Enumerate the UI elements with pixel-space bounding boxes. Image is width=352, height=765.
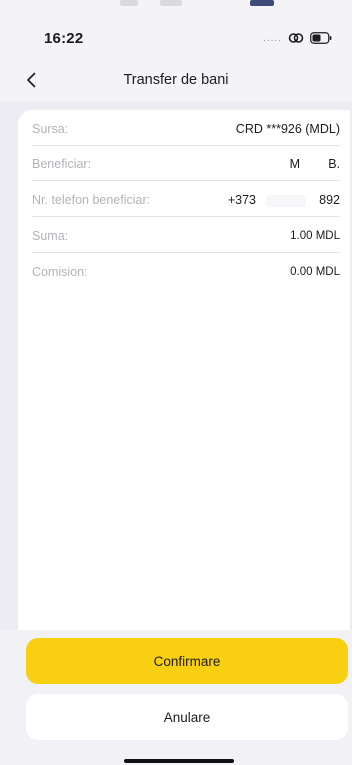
detail-label: Nr. telefon beneficiar: — [32, 193, 151, 207]
status-bar: 16:22 ..... — [0, 8, 352, 58]
detail-label: Sursa: — [32, 122, 69, 136]
phone-suffix: 892 — [319, 193, 340, 207]
navigation-bar: Transfer de bani — [0, 58, 352, 102]
cancel-button[interactable]: Anulare — [26, 694, 348, 740]
status-icons: ..... — [263, 32, 332, 44]
faded-bar — [120, 0, 138, 6]
detail-row-beneficiary: Beneficiar: M B. — [32, 147, 340, 181]
beneficiary-last-name: B. — [328, 157, 340, 171]
detail-row-fee: Comision: 0.00 MDL — [32, 255, 340, 289]
detail-row-phone: Nr. telefon beneficiar: +373 892 — [32, 183, 340, 217]
detail-label: Suma: — [32, 229, 69, 243]
phone-prefix: +373 — [227, 193, 256, 207]
home-indicator — [124, 759, 234, 763]
battery-icon — [310, 32, 332, 44]
faded-bar — [160, 0, 182, 6]
signal-icon: ..... — [263, 32, 282, 44]
confirm-button[interactable]: Confirmare — [26, 638, 348, 684]
detail-value: 0.00 MDL — [290, 266, 340, 278]
detail-row-amount: Suma: 1.00 MDL — [32, 219, 340, 253]
transfer-details-card: Sursa: CRD ***926 (MDL) Beneficiar: M B.… — [18, 110, 350, 630]
faded-bar — [250, 0, 274, 6]
top-strip — [0, 0, 352, 8]
status-time: 16:22 — [44, 30, 84, 47]
redacted-digits — [266, 195, 306, 207]
action-panel: Confirmare Anulare — [0, 630, 352, 765]
detail-value: CRD ***926 (MDL) — [235, 122, 340, 136]
link-icon — [288, 32, 304, 44]
detail-label: Comision: — [32, 265, 88, 279]
detail-label: Beneficiar: — [32, 157, 92, 171]
detail-value: 1.00 MDL — [290, 230, 340, 242]
page-title: Transfer de bani — [123, 72, 229, 88]
detail-row-source: Sursa: CRD ***926 (MDL) — [32, 112, 340, 146]
beneficiary-first-name: M — [289, 157, 300, 171]
